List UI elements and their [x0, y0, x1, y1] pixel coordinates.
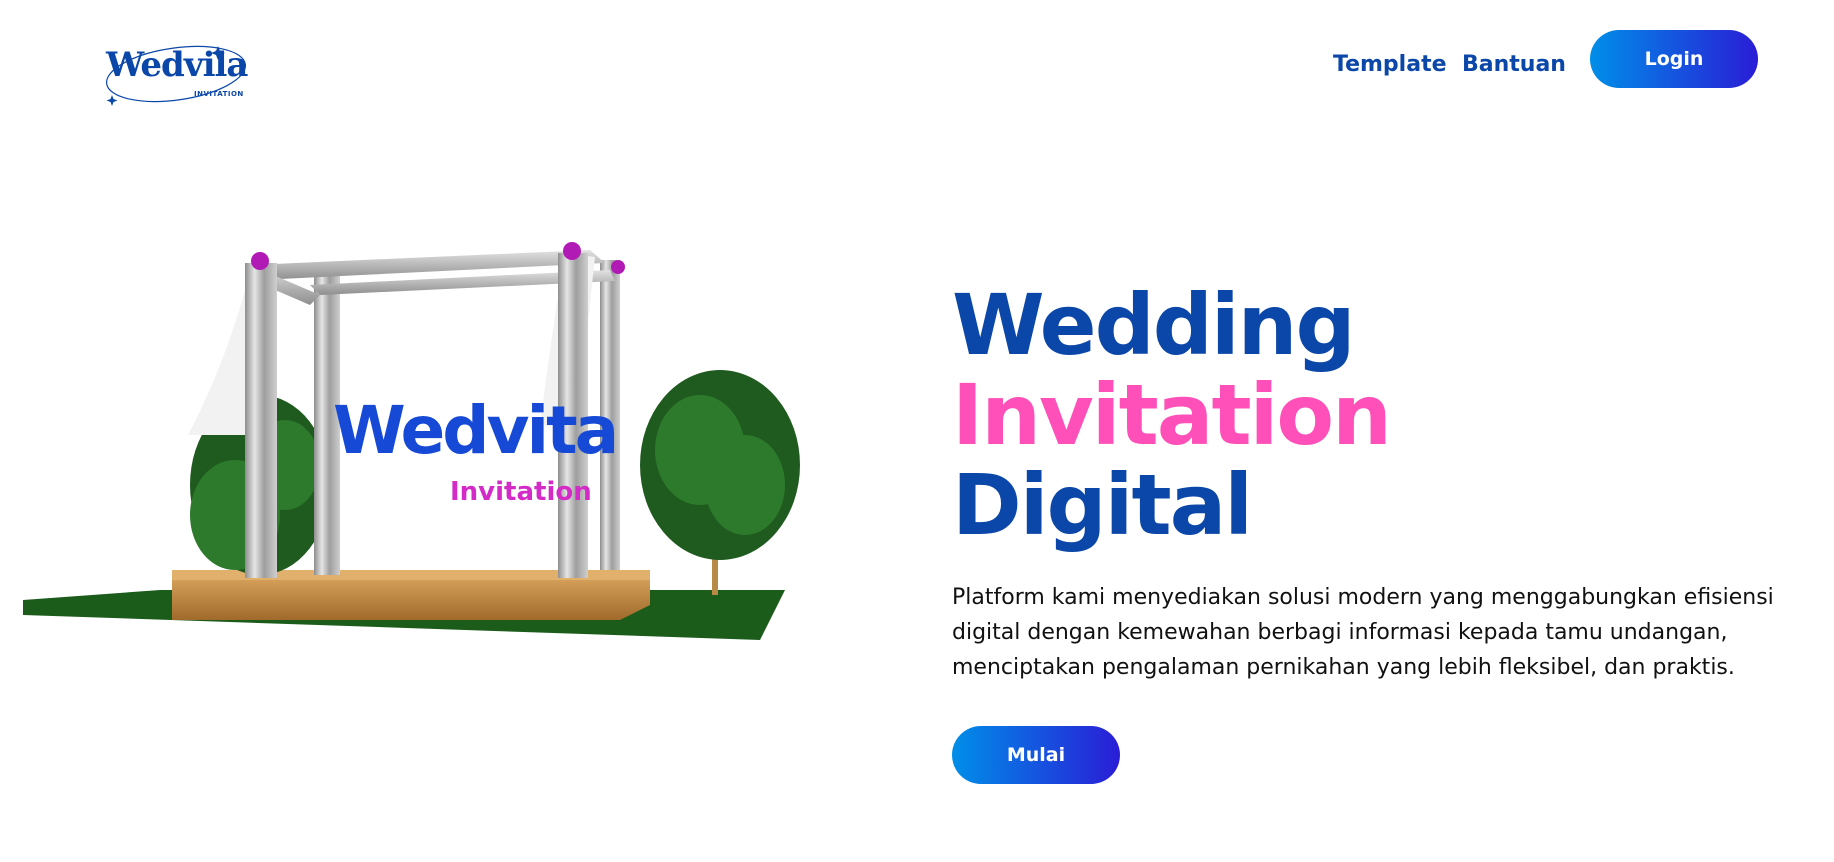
- wooden-stage: [172, 575, 650, 620]
- hero-title: Wedding Invitation Digital: [952, 276, 1392, 554]
- right-tree: [640, 370, 800, 595]
- hero-title-line3: Digital: [952, 456, 1253, 554]
- login-button[interactable]: Login: [1590, 30, 1758, 88]
- nav-template-link[interactable]: Template: [1333, 52, 1447, 77]
- wedding-stage-illustration: Wedvita Invitation: [20, 235, 810, 640]
- hero-title-line1: Wedding: [952, 276, 1356, 374]
- brand-tagline: INVITATION: [194, 90, 244, 98]
- flower-decoration: [251, 252, 269, 270]
- brand-logo[interactable]: Wedvila INVITATION: [100, 40, 250, 115]
- hero-description: Platform kami menyediakan solusi modern …: [952, 585, 1774, 680]
- sign-subtitle: Invitation: [450, 477, 592, 507]
- brand-name: Wedvila: [106, 45, 248, 85]
- hero-title-line2: Invitation: [952, 366, 1392, 464]
- sign-title: Wedvita: [333, 392, 616, 469]
- nav-help-link[interactable]: Bantuan: [1462, 52, 1566, 77]
- start-button[interactable]: Mulai: [952, 726, 1120, 784]
